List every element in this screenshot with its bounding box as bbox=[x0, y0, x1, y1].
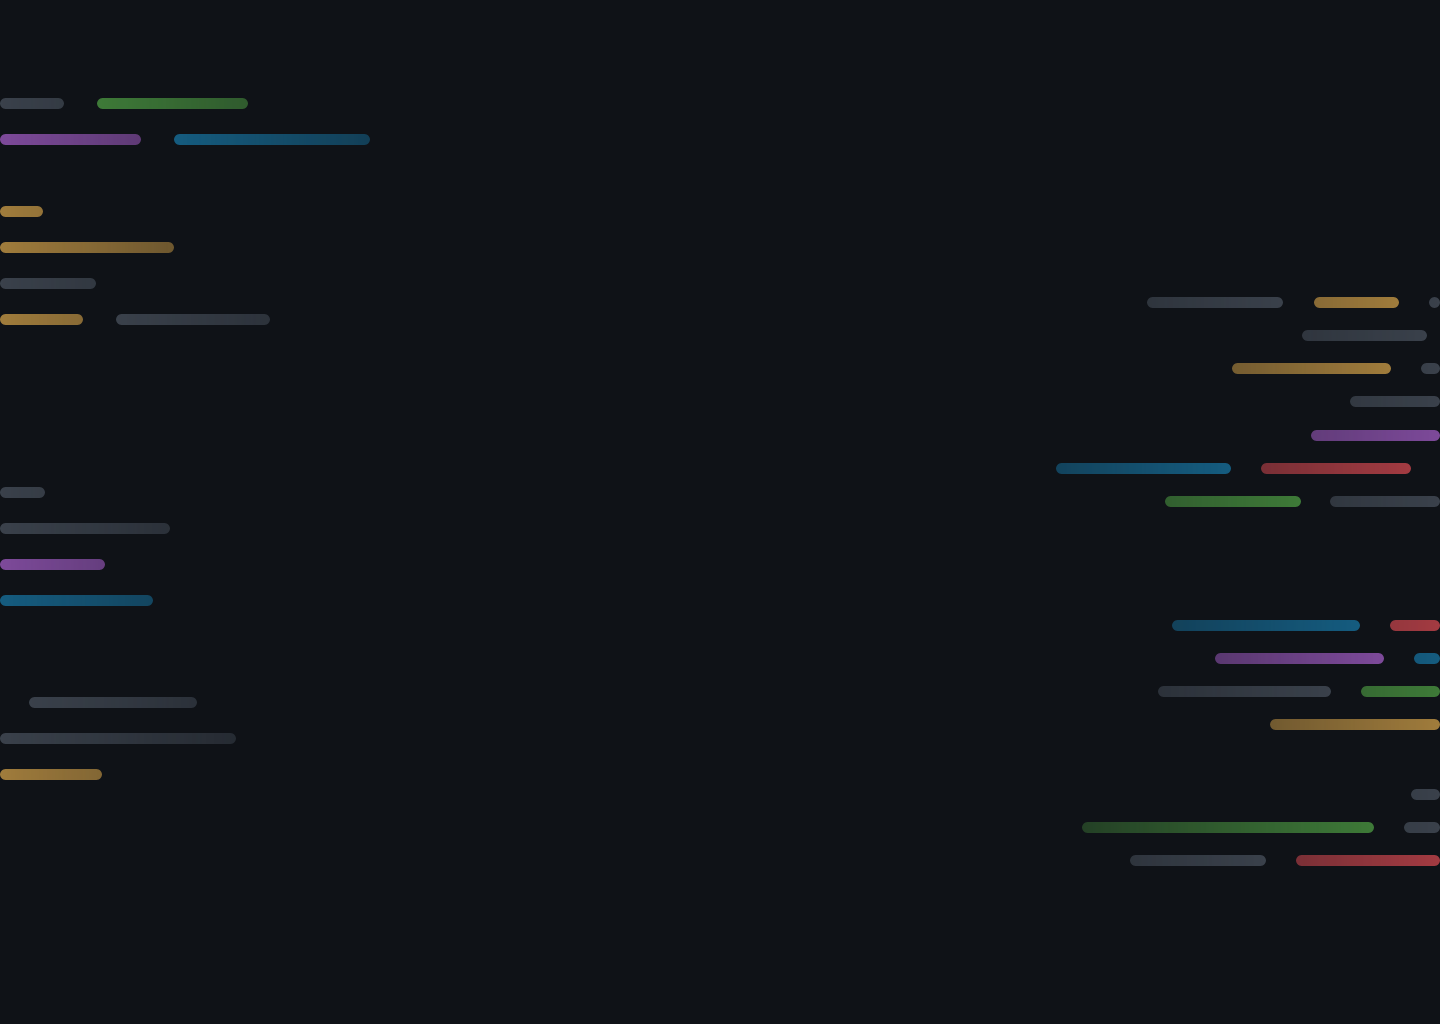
code-line-blue bbox=[1414, 653, 1440, 664]
code-line-red bbox=[1296, 855, 1440, 866]
code-line-gray bbox=[0, 733, 236, 744]
code-line-gold bbox=[0, 242, 174, 253]
code-line-purple bbox=[1215, 653, 1384, 664]
code-line-gray bbox=[0, 487, 45, 498]
decorative-code-lines-left bbox=[0, 0, 400, 1024]
code-line-gray bbox=[0, 523, 170, 534]
code-line-gold bbox=[1314, 297, 1399, 308]
code-line-gray bbox=[29, 697, 197, 708]
code-background-canvas bbox=[0, 0, 1440, 1024]
code-line-gray bbox=[1411, 789, 1440, 800]
code-line-green bbox=[97, 98, 248, 109]
code-line-gray bbox=[1158, 686, 1331, 697]
code-line-purple bbox=[1311, 430, 1440, 441]
code-line-red bbox=[1261, 463, 1411, 474]
code-line-gray bbox=[1130, 855, 1266, 866]
code-line-green bbox=[1082, 822, 1374, 833]
decorative-code-lines-right bbox=[1020, 0, 1440, 1024]
code-line-blue bbox=[174, 134, 370, 145]
code-line-gray bbox=[1330, 496, 1440, 507]
code-line-gray bbox=[116, 314, 270, 325]
code-line-gold bbox=[0, 769, 102, 780]
code-line-gold bbox=[0, 314, 83, 325]
code-line-blue bbox=[0, 595, 153, 606]
code-line-gray bbox=[1404, 822, 1440, 833]
code-line-gray bbox=[1302, 330, 1427, 341]
code-line-gold bbox=[0, 206, 43, 217]
code-line-green bbox=[1361, 686, 1440, 697]
code-line-gray bbox=[0, 278, 96, 289]
code-line-red bbox=[1390, 620, 1440, 631]
code-line-blue bbox=[1172, 620, 1360, 631]
code-line-gray bbox=[0, 98, 64, 109]
code-line-gray bbox=[1421, 363, 1440, 374]
code-line-gray bbox=[1147, 297, 1283, 308]
code-line-purple bbox=[0, 134, 141, 145]
code-line-purple bbox=[0, 559, 105, 570]
code-line-blue bbox=[1056, 463, 1231, 474]
code-line-gold bbox=[1232, 363, 1391, 374]
code-line-gray bbox=[1429, 297, 1440, 308]
code-line-green bbox=[1165, 496, 1301, 507]
code-line-gold bbox=[1270, 719, 1440, 730]
code-line-gray bbox=[1350, 396, 1440, 407]
